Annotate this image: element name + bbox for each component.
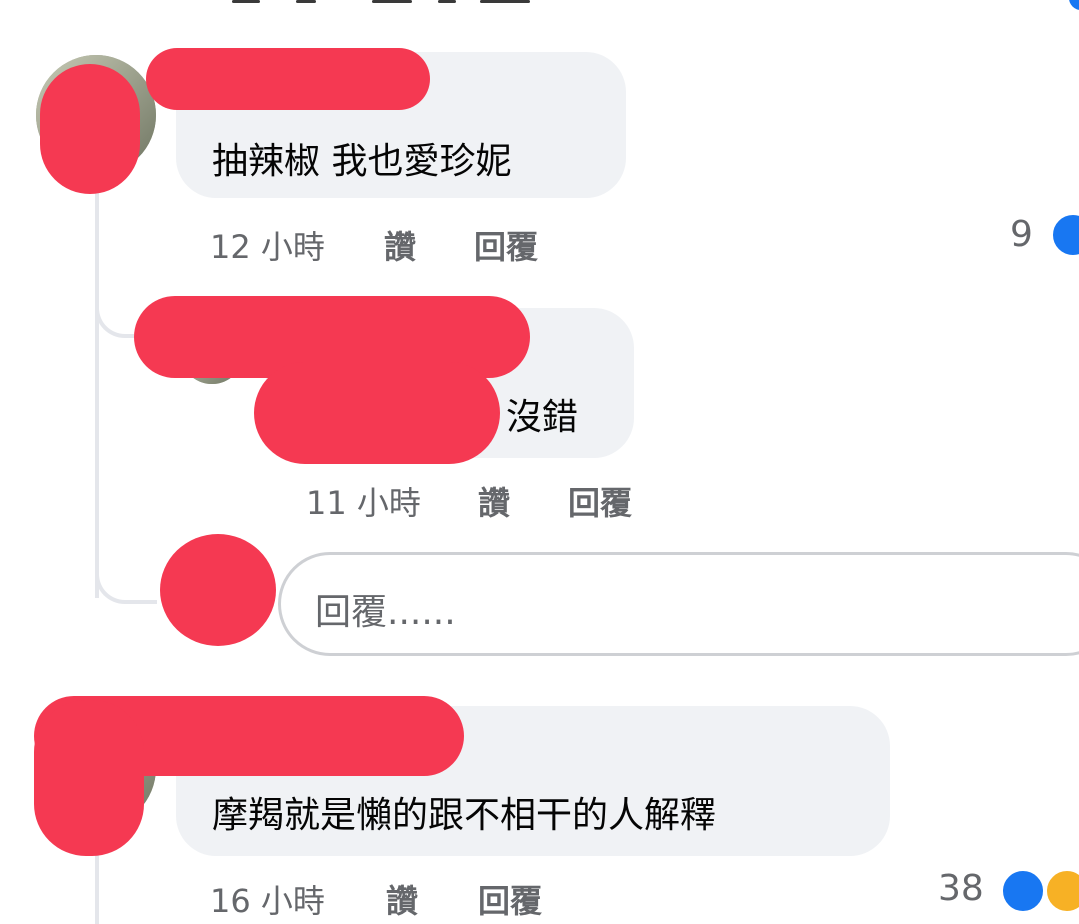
previous-comment-edge — [0, 0, 1079, 10]
reaction-count[interactable]: 9 — [1010, 214, 1033, 255]
redaction-mark — [254, 362, 500, 464]
reply-placeholder: 回覆...... — [315, 592, 456, 633]
redaction-mark — [146, 48, 430, 110]
comment-timestamp[interactable]: 12 小時 — [210, 222, 325, 268]
cropped-text-fragment — [232, 0, 260, 3]
reply-button[interactable]: 回覆 — [474, 222, 538, 268]
cropped-text-fragment — [296, 0, 316, 3]
comment-thread: 抽辣椒 我也愛珍妮 12 小時 讚 回覆 9 沒錯 11 小時 讚 回覆 回覆.… — [0, 0, 1079, 924]
comment-text: 沒錯 — [506, 397, 579, 438]
comment-timestamp[interactable]: 11 小時 — [306, 478, 421, 524]
comment-timestamp[interactable]: 16 小時 — [210, 876, 325, 922]
redaction-mark — [160, 534, 276, 646]
reply-button[interactable]: 回覆 — [478, 876, 542, 922]
like-icon — [1069, 0, 1079, 10]
like-button[interactable]: 讚 — [478, 478, 510, 524]
reply-input[interactable]: 回覆...... — [278, 552, 1079, 656]
comment-text: 抽辣椒 我也愛珍妮 — [212, 141, 512, 182]
cropped-text-fragment — [372, 0, 412, 3]
redaction-mark — [40, 64, 140, 194]
like-icon — [1000, 868, 1046, 914]
comment-text: 摩羯就是懶的跟不相干的人解釋 — [212, 795, 717, 836]
reply-button[interactable]: 回覆 — [568, 478, 632, 524]
like-icon — [1050, 212, 1079, 258]
haha-icon — [1044, 868, 1079, 914]
thread-connector-curve — [95, 520, 157, 604]
reaction-count[interactable]: 38 — [938, 868, 984, 909]
like-button[interactable]: 讚 — [386, 876, 418, 922]
like-button[interactable]: 讚 — [384, 222, 416, 268]
redaction-mark — [34, 700, 144, 856]
cropped-text-fragment — [480, 0, 530, 3]
cropped-text-fragment — [438, 0, 456, 3]
thread-connector-line — [95, 855, 99, 924]
